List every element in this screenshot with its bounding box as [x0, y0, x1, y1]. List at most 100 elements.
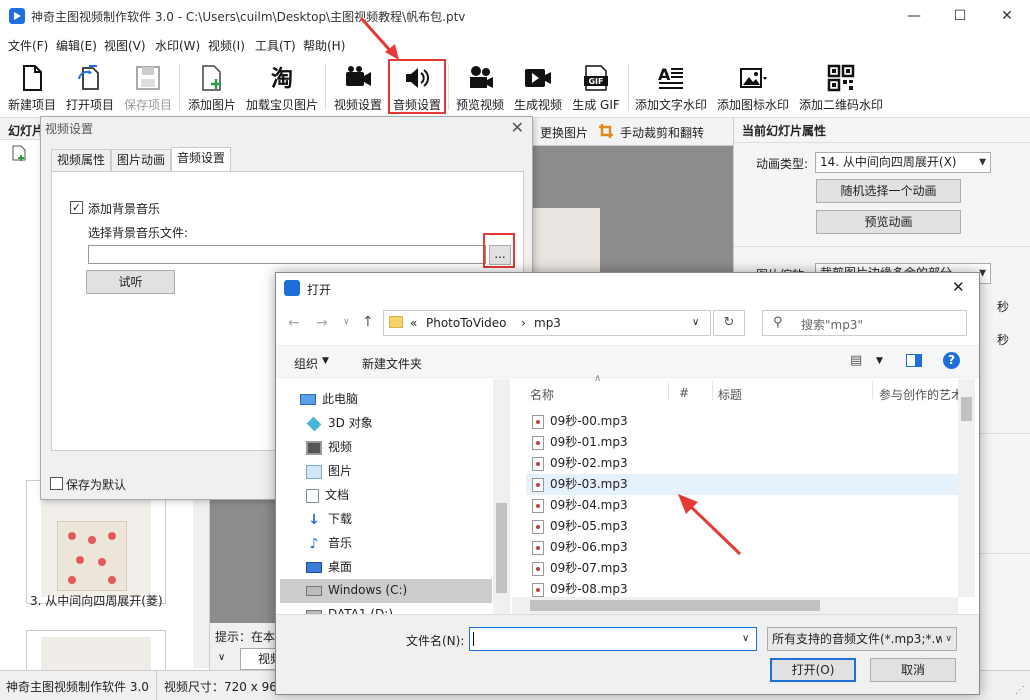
cancel-button[interactable]: 取消 [870, 658, 956, 682]
nav-videos[interactable]: 视频 [306, 438, 352, 455]
menu-tools[interactable]: 工具(T) [255, 37, 296, 54]
new-folder-button[interactable]: 新建文件夹 [362, 355, 422, 372]
filename-input[interactable]: ∨ [469, 627, 757, 651]
animation-type-select[interactable]: 14. 从中间向四周展开(X) ▼ [815, 152, 991, 173]
video-settings-button[interactable]: 视频设置 [330, 58, 386, 116]
add-text-watermark-button[interactable]: A 添加文字水印 [632, 58, 710, 116]
animation-type-label: 动画类型: [756, 157, 809, 171]
view-options-icon[interactable]: ▤ [850, 353, 862, 368]
replace-image-button[interactable]: 更换图片 [540, 124, 588, 141]
help-icon[interactable]: ? [943, 352, 960, 369]
file-row[interactable]: 09秒-00.mp3 [526, 411, 958, 432]
maximize-button[interactable]: ☐ [937, 0, 983, 32]
save-project-button[interactable]: 保存项目 [120, 58, 176, 116]
nav-3d-objects[interactable]: 3D 对象 [306, 414, 373, 431]
file-list-scrollbar[interactable] [958, 379, 975, 597]
add-slide-icon[interactable] [10, 144, 28, 162]
new-project-button[interactable]: 新建项目 [4, 58, 60, 116]
file-list-hscrollbar[interactable] [512, 597, 958, 614]
nav-windows-c[interactable]: Windows (C:) [306, 583, 407, 597]
listen-button[interactable]: 试听 [86, 270, 175, 294]
file-row[interactable]: 09秒-02.mp3 [526, 453, 958, 474]
breadcrumb-mp3[interactable]: mp3 [534, 316, 561, 330]
nav-this-pc[interactable]: 此电脑 [300, 390, 358, 407]
load-product-images-label: 加载宝贝图片 [245, 98, 318, 112]
generate-gif-button[interactable]: GIF 生成 GIF [568, 58, 624, 116]
forward-arrow-icon[interactable]: → [316, 315, 328, 331]
preview-pane-icon[interactable] [906, 354, 922, 367]
chevron-down-icon[interactable]: ▼ [876, 356, 883, 366]
refresh-icon[interactable]: ↻ [713, 310, 745, 336]
breadcrumb-phototovideo[interactable]: PhotoToVideo [426, 316, 506, 330]
file-list-hscrollbar-thumb[interactable] [530, 600, 820, 611]
add-music-checkbox[interactable]: ✓ [70, 201, 83, 214]
image-watermark-icon [740, 68, 767, 88]
menu-video[interactable]: 视频(I) [208, 37, 245, 54]
random-animation-button[interactable]: 随机选择一个动画 [816, 179, 961, 203]
preview-animation-button[interactable]: 预览动画 [816, 210, 961, 234]
tab-audio-settings[interactable]: 音频设置 [171, 147, 231, 172]
toolbar-separator [325, 64, 326, 110]
save-default-checkbox[interactable] [50, 477, 63, 490]
column-name[interactable]: 名称 [530, 386, 554, 403]
chevron-down-icon[interactable]: ∨ [343, 317, 350, 327]
nav-documents[interactable]: 文档 [306, 486, 349, 503]
back-arrow-icon[interactable]: ← [288, 315, 300, 331]
svg-text:GIF: GIF [588, 77, 603, 86]
nav-music[interactable]: ♪ 音乐 [306, 534, 352, 551]
file-list-scrollbar-thumb[interactable] [961, 397, 972, 421]
organize-button[interactable]: 组织 [294, 355, 318, 372]
add-image-button[interactable]: 添加图片 [184, 58, 240, 116]
resize-grip-icon[interactable]: ⋰ [1015, 685, 1025, 696]
add-icon-watermark-button[interactable]: 添加图标水印 [714, 58, 792, 116]
nav-desktop[interactable]: 桌面 [306, 558, 352, 575]
column-number[interactable]: # [679, 386, 689, 400]
close-button[interactable]: ✕ [984, 0, 1030, 32]
nav-downloads[interactable]: ↓ 下载 [306, 510, 352, 527]
open-button[interactable]: 打开(O) [770, 658, 856, 682]
up-arrow-icon[interactable]: ↑ [362, 314, 374, 330]
slide-thumbnail[interactable] [26, 630, 166, 671]
nav-scrollbar[interactable] [493, 379, 510, 614]
search-box[interactable]: ⚲ 搜索"mp3" [762, 310, 967, 336]
open-project-button[interactable]: 打开项目 [62, 58, 118, 116]
nav-pictures[interactable]: 图片 [306, 462, 352, 479]
menu-file[interactable]: 文件(F) [8, 37, 48, 54]
column-title[interactable]: 标题 [718, 386, 742, 403]
preview-video-button[interactable]: 预览视频 [452, 58, 508, 116]
film-camera-icon [470, 66, 493, 88]
gif-icon: GIF [584, 65, 608, 91]
close-icon[interactable]: ✕ [511, 118, 524, 137]
chevron-down-icon[interactable]: ∨ [692, 317, 699, 328]
tab-image-animation[interactable]: 图片动画 [111, 149, 171, 171]
crop-icon [598, 123, 614, 139]
breadcrumb-overflow[interactable]: « [410, 316, 417, 330]
menu-help[interactable]: 帮助(H) [303, 37, 345, 54]
menu-watermark[interactable]: 水印(W) [155, 37, 200, 54]
filename-label: 文件名(N): [406, 634, 465, 648]
text-watermark-icon: A [658, 65, 683, 89]
file-row[interactable]: 09秒-07.mp3 [526, 558, 958, 579]
chevron-down-icon[interactable]: ∨ [218, 652, 225, 663]
close-icon[interactable]: ✕ [952, 278, 965, 296]
column-artist[interactable]: 参与创作的艺术 [879, 386, 959, 403]
tab-video-properties[interactable]: 视频属性 [51, 149, 111, 171]
nav-scrollbar-thumb[interactable] [496, 503, 507, 593]
menu-edit[interactable]: 编辑(E) [56, 37, 97, 54]
divider [668, 381, 669, 401]
music-file-input[interactable] [88, 245, 486, 264]
address-bar[interactable]: « PhotoToVideo › mp3 ∨ [383, 310, 711, 336]
picture-icon [306, 464, 322, 479]
minimize-button[interactable]: — [891, 0, 937, 32]
chevron-down-icon[interactable]: ∨ [742, 633, 749, 644]
menu-view[interactable]: 视图(V) [104, 37, 146, 54]
save-default-label: 保存为默认 [66, 478, 127, 492]
file-row[interactable]: 09秒-01.mp3 [526, 432, 958, 453]
audio-file-icon [532, 561, 544, 576]
crop-rotate-button[interactable]: 手动裁剪和翻转 [620, 124, 704, 141]
slides-panel-header: 幻灯片 [8, 124, 45, 138]
load-product-images-button[interactable]: 淘 加载宝贝图片 [244, 58, 320, 116]
generate-video-button[interactable]: 生成视频 [510, 58, 566, 116]
add-qr-watermark-button[interactable]: 添加二维码水印 [796, 58, 886, 116]
filetype-select[interactable]: 所有支持的音频文件(*.mp3;*.wa ∨ [767, 627, 957, 651]
